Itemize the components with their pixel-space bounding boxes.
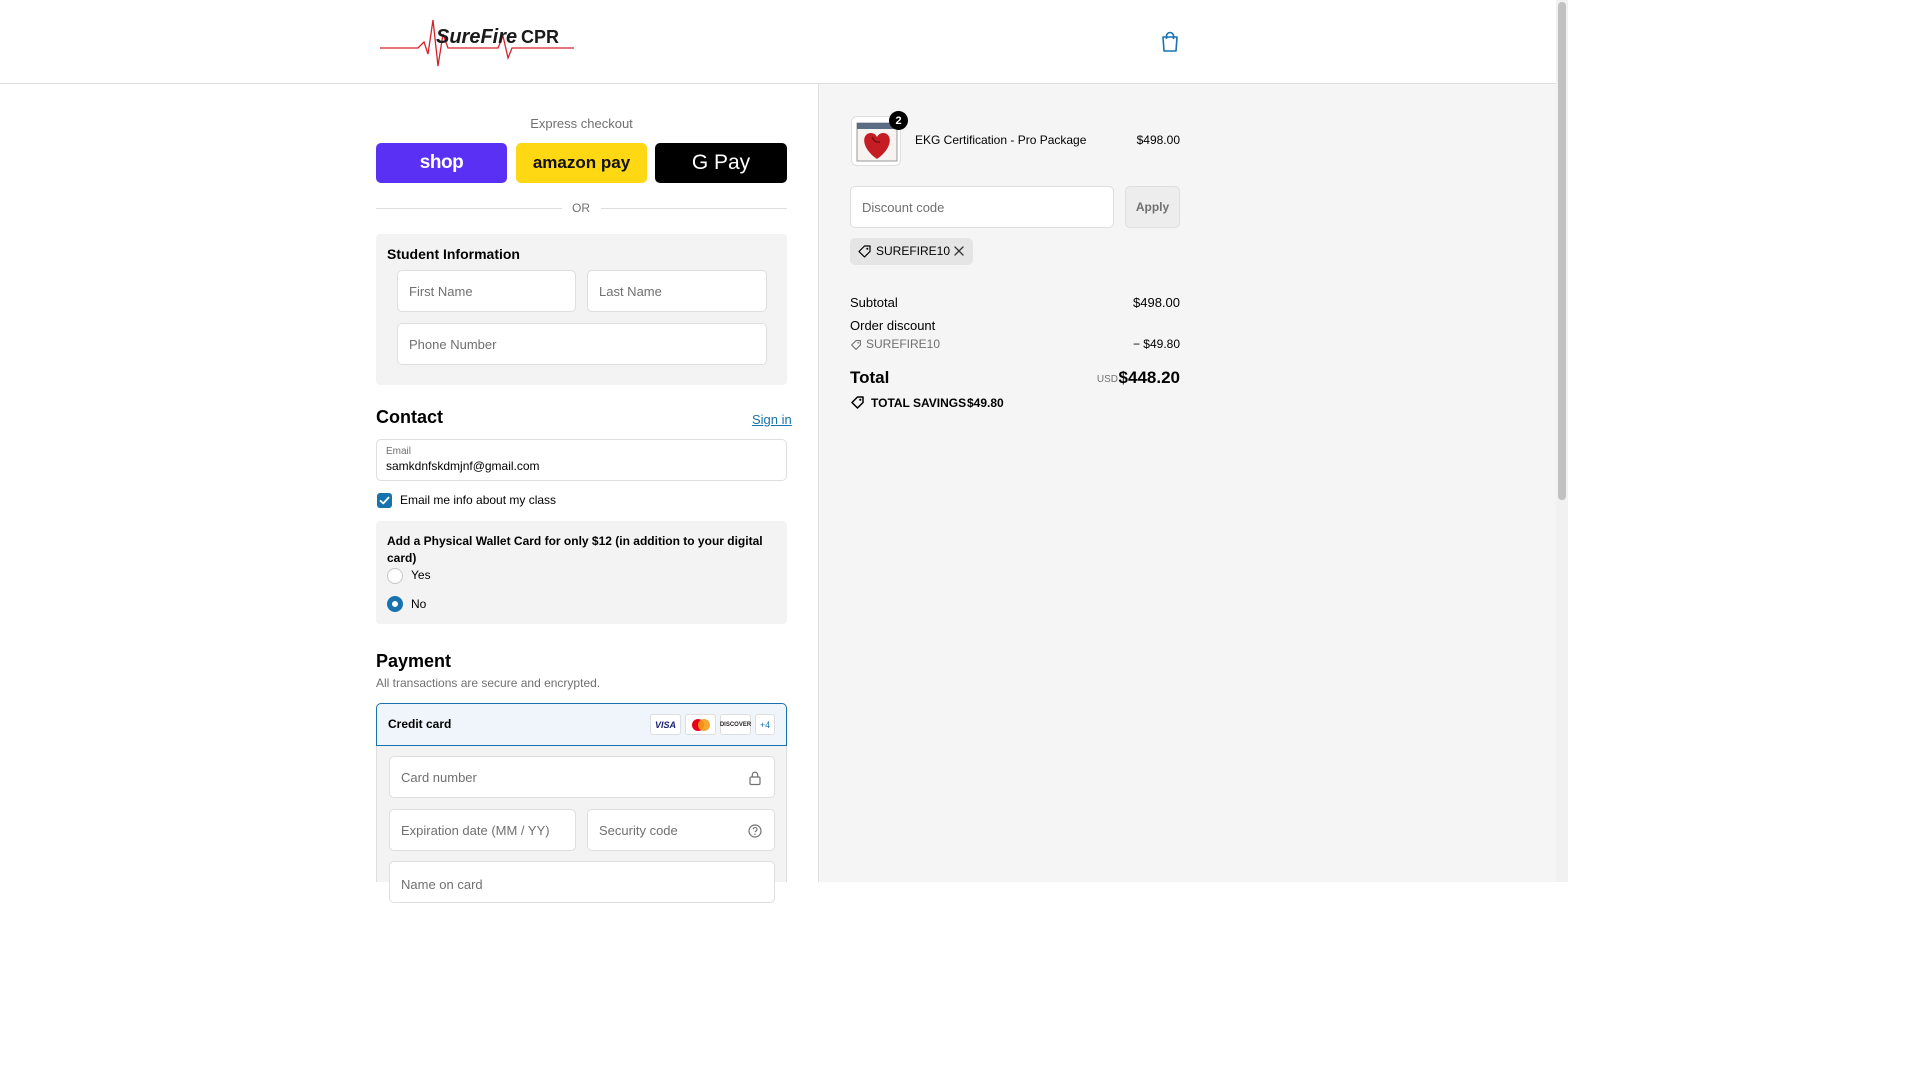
last-name-field[interactable] bbox=[587, 270, 767, 312]
shop-pay-button[interactable]: shop bbox=[376, 143, 507, 183]
wallet-card-question: Add a Physical Wallet Card for only $12 … bbox=[387, 534, 763, 565]
amazon-pay-button[interactable]: amazon pay bbox=[516, 143, 647, 183]
discount-code-input[interactable] bbox=[860, 198, 1113, 216]
subtotal-value: $498.00 bbox=[1133, 295, 1180, 310]
total-value: $448.20 bbox=[1118, 368, 1180, 387]
security-code-field[interactable] bbox=[587, 809, 775, 851]
order-discount-code: SUREFIRE10 bbox=[866, 337, 941, 351]
wallet-card-no-label: No bbox=[411, 597, 427, 611]
credit-card-label: Credit card bbox=[388, 717, 452, 731]
phone-number-field[interactable] bbox=[397, 323, 767, 365]
product-price: $498.00 bbox=[1136, 133, 1180, 147]
divider-right bbox=[601, 208, 787, 209]
order-discount-value: − $49.80 bbox=[1132, 337, 1180, 351]
phone-number-input[interactable] bbox=[407, 335, 766, 353]
quantity-badge: 2 bbox=[889, 111, 908, 130]
svg-text:CPR: CPR bbox=[521, 27, 559, 47]
express-checkout-title: Express checkout bbox=[530, 116, 633, 131]
discount-code-field[interactable] bbox=[850, 186, 1114, 228]
close-icon[interactable] bbox=[953, 245, 965, 257]
apply-discount-button[interactable]: Apply bbox=[1125, 186, 1180, 228]
google-pay-button[interactable]: G Pay bbox=[655, 143, 787, 183]
first-name-field[interactable] bbox=[397, 270, 576, 312]
order-discount-label: Order discount bbox=[850, 318, 936, 333]
shopping-bag-icon[interactable] bbox=[1159, 30, 1181, 54]
sign-in-link[interactable]: Sign in bbox=[752, 412, 792, 427]
shop-pay-label: shop bbox=[419, 152, 464, 173]
total-savings-value: $49.80 bbox=[967, 396, 1004, 410]
wallet-card-yes-radio[interactable] bbox=[387, 568, 403, 584]
total-label: Total bbox=[850, 368, 890, 387]
scrollbar-thumb[interactable] bbox=[1558, 2, 1566, 500]
applied-discount-code: SUREFIRE10 bbox=[876, 244, 951, 258]
tag-icon bbox=[858, 245, 871, 258]
lock-icon bbox=[749, 771, 761, 786]
name-on-card-field[interactable] bbox=[389, 861, 775, 903]
email-field[interactable]: Email samkdnfskdmjnf@gmail.com bbox=[376, 439, 787, 481]
expiration-date-input[interactable] bbox=[399, 821, 575, 839]
payment-title: Payment bbox=[376, 651, 452, 671]
student-information-title: Student Information bbox=[387, 246, 520, 262]
checkmark-icon bbox=[379, 496, 390, 505]
discount-tag-icon bbox=[851, 340, 861, 350]
email-opt-in-checkbox[interactable] bbox=[377, 493, 392, 508]
or-divider-text: OR bbox=[572, 201, 590, 215]
svg-text:SureFire: SureFire bbox=[436, 26, 517, 48]
product-name: EKG Certification - Pro Package bbox=[915, 133, 1087, 147]
subtotal-label: Subtotal bbox=[850, 295, 898, 310]
google-pay-label: G Pay bbox=[691, 151, 751, 174]
more-brands-badge: +4 bbox=[755, 714, 775, 735]
name-on-card-input[interactable] bbox=[399, 876, 774, 893]
email-label: Email bbox=[386, 446, 412, 457]
expiration-date-field[interactable] bbox=[389, 809, 576, 851]
help-circle-icon[interactable] bbox=[748, 824, 762, 838]
amazon-pay-label: amazon pay bbox=[532, 153, 631, 172]
wallet-card-no-radio[interactable] bbox=[387, 596, 403, 612]
card-number-input[interactable] bbox=[399, 768, 774, 786]
mastercard-icon bbox=[685, 714, 716, 735]
savings-tag-icon bbox=[851, 396, 864, 409]
visa-icon: VISA bbox=[650, 714, 681, 735]
email-opt-in-label: Email me info about my class bbox=[400, 493, 557, 507]
wallet-card-yes-label: Yes bbox=[411, 568, 431, 582]
payment-subtitle: All transactions are secure and encrypte… bbox=[376, 676, 601, 690]
email-value[interactable]: samkdnfskdmjnf@gmail.com bbox=[386, 459, 786, 473]
last-name-input[interactable] bbox=[597, 282, 766, 300]
divider-left bbox=[376, 208, 562, 209]
card-number-field[interactable] bbox=[389, 756, 775, 798]
surefire-cpr-logo[interactable]: SureFire CPR bbox=[378, 14, 576, 68]
total-savings-label: TOTAL SAVINGS bbox=[871, 396, 967, 410]
discover-icon: DISCOVER bbox=[720, 714, 751, 735]
first-name-input[interactable] bbox=[407, 282, 575, 300]
contact-title: Contact bbox=[376, 407, 443, 427]
site-header: SureFire CPR bbox=[0, 0, 1556, 84]
